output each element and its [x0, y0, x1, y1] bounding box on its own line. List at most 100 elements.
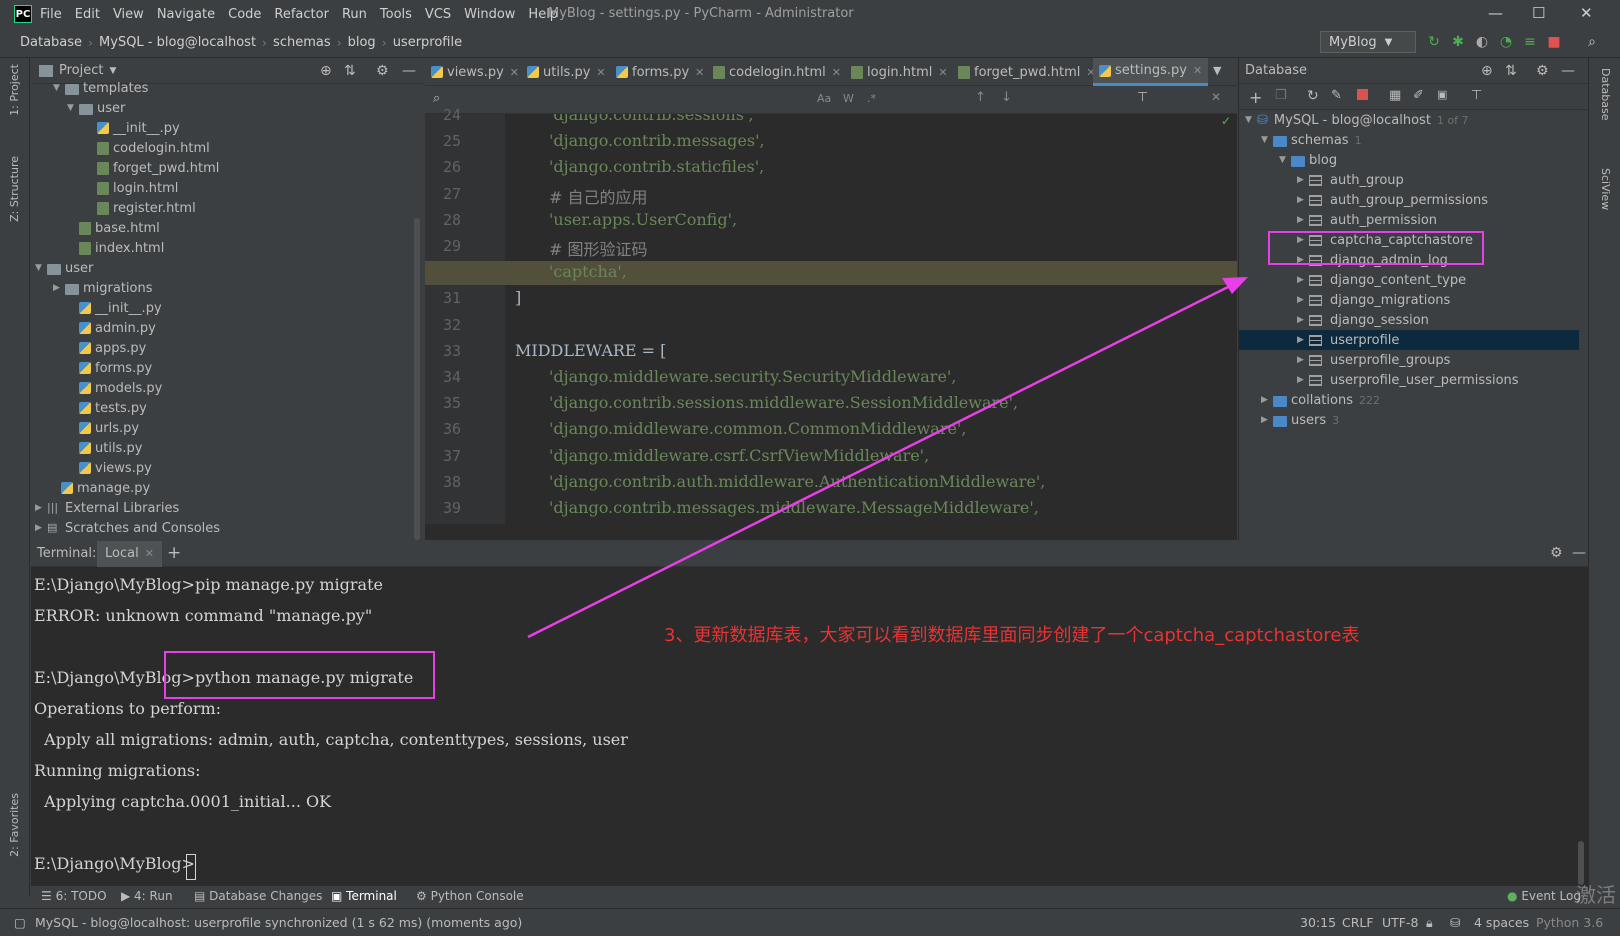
- add-icon[interactable]: +: [1249, 88, 1262, 107]
- close-icon[interactable]: ✕: [938, 66, 947, 79]
- interpreter[interactable]: Python 3.6: [1536, 915, 1603, 930]
- event-log-tool-tab[interactable]: ● Event Log: [1507, 889, 1581, 903]
- stop-icon[interactable]: ■: [1546, 34, 1562, 50]
- project-tree-item[interactable]: models.py: [67, 378, 162, 398]
- caret-position[interactable]: 30:15: [1300, 915, 1336, 930]
- chevron-down-icon[interactable]: ▼: [1213, 64, 1221, 77]
- edit-schema-icon[interactable]: ✎: [1331, 88, 1342, 103]
- collapsed-arrow-icon[interactable]: ▶: [1297, 355, 1309, 365]
- menu-run[interactable]: Run: [342, 7, 367, 22]
- project-tree-item[interactable]: forms.py: [67, 358, 152, 378]
- project-tree-item[interactable]: utils.py: [67, 438, 142, 458]
- breadcrumb-userprofile[interactable]: userprofile: [393, 35, 462, 50]
- project-tool-tab[interactable]: 1: Project: [8, 64, 21, 116]
- close-icon[interactable]: ✕: [832, 66, 841, 79]
- close-icon[interactable]: ✕: [1211, 90, 1221, 104]
- database-tool-tab[interactable]: Database: [1599, 68, 1612, 121]
- menu-tools[interactable]: Tools: [380, 7, 412, 22]
- collapsed-arrow-icon[interactable]: ▶: [35, 523, 47, 533]
- gear-icon[interactable]: ⚙: [1550, 545, 1563, 561]
- words-icon[interactable]: W: [843, 92, 854, 105]
- search-icon[interactable]: ⌕: [1584, 34, 1600, 50]
- breadcrumb-datasource[interactable]: MySQL - blog@localhost: [99, 35, 256, 50]
- pencil-icon[interactable]: ✐: [1413, 88, 1424, 103]
- db-schema-blog[interactable]: ▼ blog: [1279, 150, 1337, 170]
- status-layout-icon[interactable]: ▢: [14, 915, 26, 930]
- menu-refactor[interactable]: Refactor: [274, 7, 329, 22]
- db-table[interactable]: ▶ userprofile_user_permissions: [1297, 370, 1519, 390]
- db-table[interactable]: ▶ auth_permission: [1297, 210, 1437, 230]
- db-collations[interactable]: ▶ collations 222: [1261, 390, 1380, 410]
- project-tree-item[interactable]: login.html: [85, 178, 178, 198]
- project-tree-item[interactable]: ▼ user: [35, 258, 93, 278]
- project-tree-item[interactable]: __init__.py: [67, 298, 162, 318]
- project-tree-item[interactable]: ▶ migrations: [53, 278, 153, 298]
- breadcrumb-blog[interactable]: blog: [348, 35, 376, 50]
- tab-forms-py[interactable]: forms.py ✕: [610, 58, 710, 86]
- run-config-select[interactable]: MyBlog ▼: [1320, 31, 1416, 53]
- project-tree-item[interactable]: register.html: [85, 198, 196, 218]
- menu-file[interactable]: File: [40, 7, 62, 22]
- project-tree-item[interactable]: views.py: [67, 458, 152, 478]
- expanded-arrow-icon[interactable]: ▼: [35, 263, 47, 273]
- db-table[interactable]: ▶ userprofile: [1239, 330, 1579, 350]
- copy-icon[interactable]: ❐: [1275, 88, 1287, 103]
- collapse-all-icon[interactable]: ⇅: [344, 63, 356, 79]
- project-tree-item[interactable]: ▼ templates: [53, 78, 148, 98]
- db-table[interactable]: ▶ auth_group_permissions: [1297, 190, 1488, 210]
- close-icon[interactable]: ✕: [1193, 64, 1202, 77]
- close-icon[interactable]: ✕: [695, 66, 704, 79]
- project-tree-item[interactable]: forget_pwd.html: [85, 158, 219, 178]
- match-case-icon[interactable]: Aa: [817, 92, 831, 105]
- project-tree-item[interactable]: codelogin.html: [85, 138, 210, 158]
- db-table[interactable]: ▶ auth_group: [1297, 170, 1404, 190]
- project-tree-item[interactable]: manage.py: [49, 478, 150, 498]
- hide-icon[interactable]: —: [1572, 545, 1586, 561]
- sciview-tool-tab[interactable]: SciView: [1599, 168, 1612, 210]
- tab-codelogin-html[interactable]: codelogin.html ✕: [707, 58, 847, 86]
- close-icon[interactable]: ✕: [510, 66, 519, 79]
- arrow-down-icon[interactable]: ↓: [1001, 90, 1012, 105]
- project-tree-item[interactable]: apps.py: [67, 338, 146, 358]
- collapsed-arrow-icon[interactable]: ▶: [1297, 195, 1309, 205]
- minimize-icon[interactable]: —: [1488, 4, 1503, 22]
- maximize-icon[interactable]: ☐: [1532, 4, 1545, 22]
- close-icon[interactable]: ✕: [1580, 4, 1593, 22]
- menu-edit[interactable]: Edit: [75, 7, 100, 22]
- project-tree-item[interactable]: base.html: [67, 218, 160, 238]
- structure-tool-tab[interactable]: Z: Structure: [8, 156, 21, 222]
- gear-icon[interactable]: ⚙: [376, 63, 389, 79]
- breadcrumb-schemas[interactable]: schemas: [273, 35, 331, 50]
- close-icon[interactable]: ✕: [596, 66, 605, 79]
- project-header-label[interactable]: Project: [59, 63, 103, 78]
- menu-code[interactable]: Code: [228, 7, 261, 22]
- collapsed-arrow-icon[interactable]: ▶: [1297, 295, 1309, 305]
- favorites-tool-tab[interactable]: 2: Favorites: [8, 793, 21, 857]
- tab-forget-pwd-html[interactable]: forget_pwd.html ✕: [952, 58, 1102, 86]
- db-datasource[interactable]: ▼ ⛁ MySQL - blog@localhost 1 of 7: [1245, 110, 1469, 130]
- regex-icon[interactable]: .*: [867, 92, 876, 105]
- search-input[interactable]: [449, 90, 779, 109]
- debug-icon[interactable]: ✱: [1450, 34, 1466, 50]
- db-table[interactable]: ▶ django_migrations: [1297, 290, 1450, 310]
- chevron-down-icon[interactable]: ▼: [109, 66, 116, 76]
- code-area[interactable]: 'django.contrib.sessions', 'django.contri…: [425, 114, 1237, 524]
- project-tree-item[interactable]: tests.py: [67, 398, 147, 418]
- terminal-tab-local[interactable]: Local ✕: [97, 541, 162, 567]
- add-icon[interactable]: +: [167, 543, 181, 563]
- expanded-arrow-icon[interactable]: ▼: [1245, 115, 1257, 125]
- todo-tool-tab[interactable]: ☰ 6: TODO: [41, 889, 107, 903]
- collapsed-arrow-icon[interactable]: ▶: [1297, 175, 1309, 185]
- filter-icon[interactable]: ⊤: [1471, 88, 1482, 103]
- search-icon[interactable]: ⌕: [433, 91, 440, 106]
- expanded-arrow-icon[interactable]: ▼: [1261, 135, 1273, 145]
- arrow-up-icon[interactable]: ↑: [975, 90, 986, 105]
- tab-views-py[interactable]: views.py ✕: [425, 58, 525, 86]
- project-tree-item[interactable]: ▼ user: [67, 98, 125, 118]
- rerun-icon[interactable]: ↻: [1426, 34, 1442, 50]
- collapsed-arrow-icon[interactable]: ▶: [53, 283, 65, 293]
- filter-icon[interactable]: ⊤: [1137, 90, 1148, 105]
- stop-icon[interactable]: [1357, 89, 1368, 100]
- project-tree-item[interactable]: ▶ ▤ Scratches and Consoles: [35, 518, 220, 538]
- line-separator[interactable]: CRLF: [1342, 915, 1374, 930]
